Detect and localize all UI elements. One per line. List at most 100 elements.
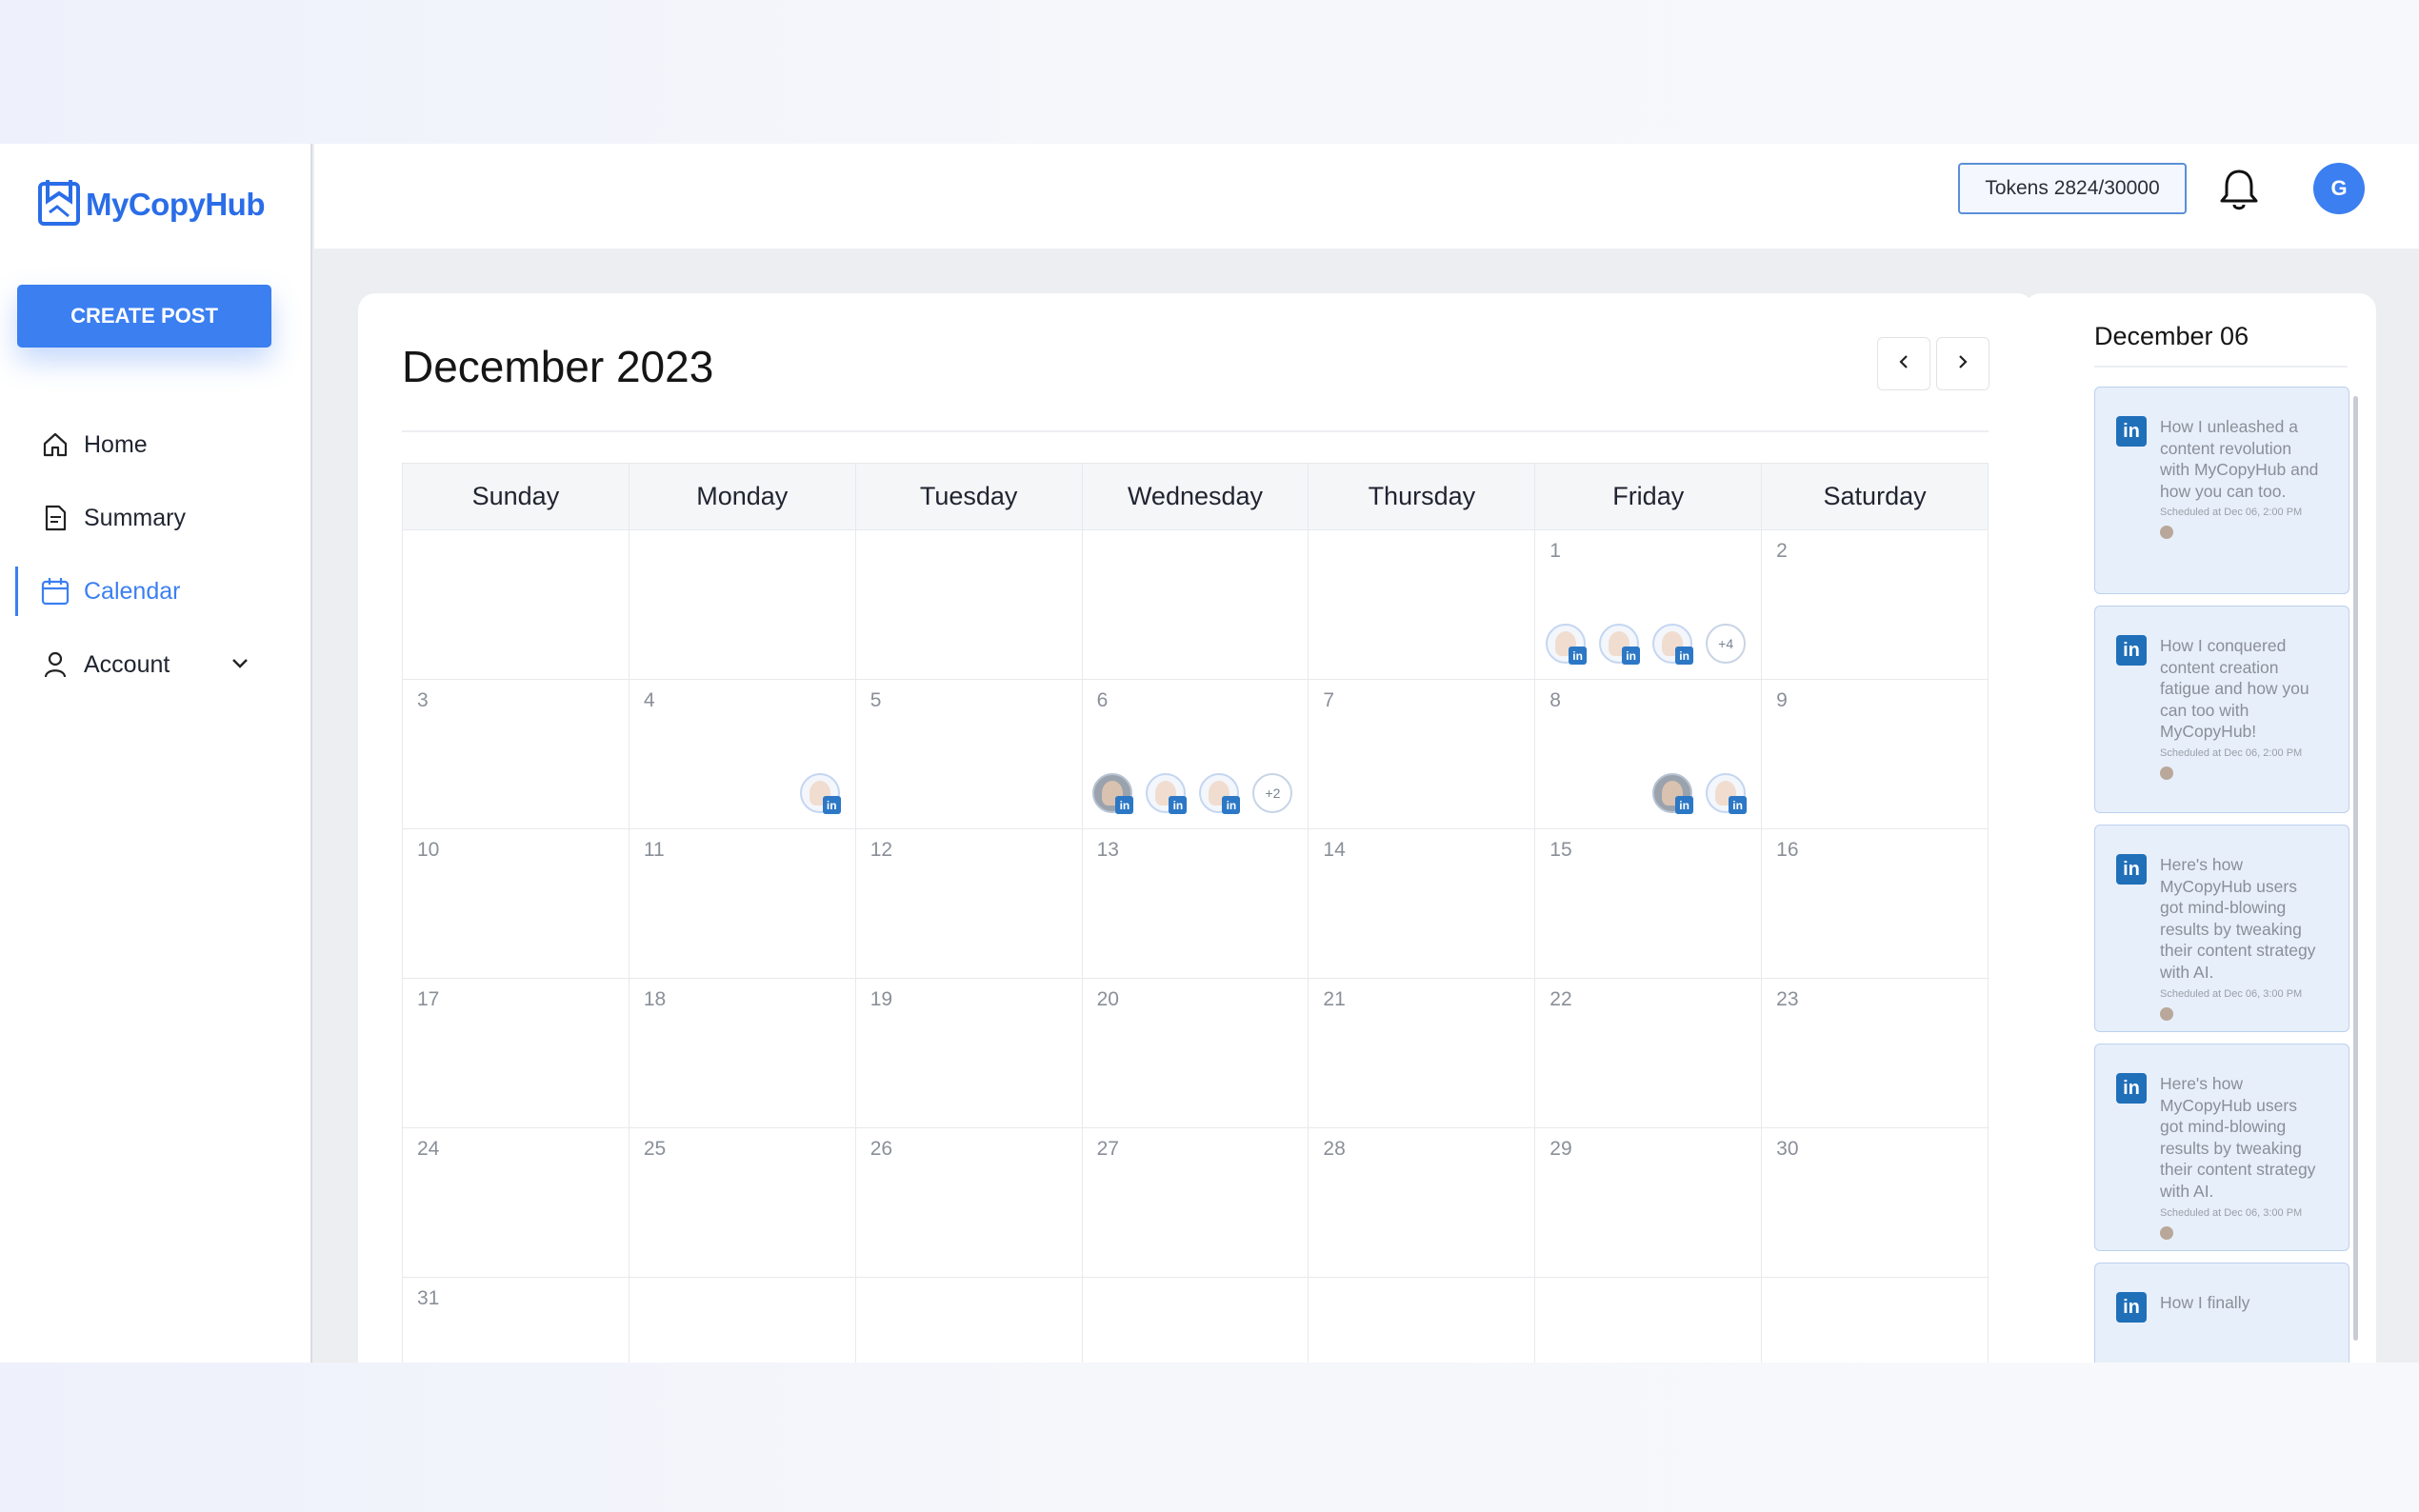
calendar-day-cell[interactable]: 21	[1309, 979, 1536, 1128]
sidebar-item-label: Summary	[84, 504, 186, 531]
calendar-day-cell[interactable]: 6 in in in +2	[1082, 680, 1309, 829]
calendar-day-cell[interactable]: 9	[1762, 680, 1989, 829]
calendar-day-cell[interactable]: 2	[1762, 530, 1989, 680]
calendar-day-cell[interactable]: 1 in in in +4	[1535, 530, 1763, 680]
calendar-day-cell[interactable]	[1762, 1278, 1989, 1363]
calendar-day-cell[interactable]	[630, 1278, 856, 1363]
scheduled-post-card[interactable]: in Here's how MyCopyHub users got mind-bl…	[2094, 1044, 2349, 1251]
day-number: 22	[1549, 988, 1572, 1010]
calendar-day-cell[interactable]: 29	[1535, 1128, 1763, 1278]
sidebar-item-home[interactable]: Home	[0, 420, 310, 469]
day-number: 15	[1549, 839, 1572, 861]
calendar-day-cell[interactable]: 24	[403, 1128, 630, 1278]
sidebar-item-summary[interactable]: Summary	[0, 493, 310, 543]
calendar-day-cell[interactable]: 4 in	[629, 680, 856, 829]
calendar-day-cell[interactable]: 5	[855, 680, 1083, 829]
calendar-day-cell[interactable]	[629, 530, 856, 680]
author-avatar	[2160, 766, 2173, 780]
scheduled-post-card[interactable]: in How I unleashed a content revolution w…	[2094, 387, 2349, 594]
calendar-day-cell[interactable]: 17	[403, 979, 630, 1128]
calendar-day-cell[interactable]: 20	[1082, 979, 1309, 1128]
day-number: 4	[643, 689, 655, 711]
scheduled-post-card[interactable]: in How I finally	[2094, 1263, 2349, 1363]
calendar-day-cell[interactable]	[1083, 1278, 1309, 1363]
bell-icon[interactable]	[2217, 167, 2261, 217]
user-avatar[interactable]: G	[2313, 163, 2365, 214]
post-avatar[interactable]: in	[1146, 773, 1188, 814]
calendar-day-cell[interactable]: 11	[629, 829, 856, 979]
calendar-day-cell[interactable]: 18	[629, 979, 856, 1128]
post-avatar[interactable]: in	[1652, 624, 1694, 665]
calendar-day-cell[interactable]: 28	[1309, 1128, 1536, 1278]
calendar-day-cell[interactable]: 8 in in	[1535, 680, 1763, 829]
day-number: 7	[1323, 689, 1335, 711]
calendar-day-cell[interactable]	[1309, 530, 1536, 680]
weekday-header: Sunday	[403, 464, 630, 530]
prev-month-button[interactable]	[1877, 337, 1930, 390]
day-number: 21	[1323, 988, 1346, 1010]
day-number: 9	[1776, 689, 1788, 711]
calendar-icon	[40, 576, 70, 607]
calendar-day-cell[interactable]: 26	[855, 1128, 1083, 1278]
calendar-day-cell[interactable]	[855, 530, 1083, 680]
calendar-day-cell[interactable]	[856, 1278, 1083, 1363]
day-number: 6	[1096, 689, 1109, 711]
post-avatar[interactable]: in	[1092, 773, 1134, 814]
next-month-button[interactable]	[1936, 337, 1989, 390]
day-number: 26	[870, 1138, 893, 1160]
post-avatar[interactable]: in	[1652, 773, 1694, 814]
chevron-down-icon[interactable]	[229, 651, 251, 681]
tokens-badge[interactable]: Tokens 2824/30000	[1958, 163, 2187, 214]
calendar-day-cell[interactable]: 16	[1762, 829, 1989, 979]
post-avatar[interactable]: in	[799, 773, 841, 814]
calendar-day-cell[interactable]: 25	[629, 1128, 856, 1278]
logo[interactable]: MyCopyHub	[38, 178, 266, 230]
calendar-day-cell[interactable]: 3	[403, 680, 630, 829]
calendar-day-cell[interactable]	[1082, 530, 1309, 680]
post-schedule: Scheduled at Dec 06, 2:00 PM	[2160, 746, 2303, 759]
more-posts-badge[interactable]: +4	[1706, 624, 1747, 664]
create-post-button[interactable]: CREATE POST	[17, 285, 271, 348]
sidebar-item-label: Home	[84, 430, 148, 458]
calendar-day-cell[interactable]: 19	[855, 979, 1083, 1128]
more-posts-badge[interactable]: +2	[1252, 773, 1293, 813]
top-bar: Tokens 2824/30000 G	[314, 144, 2419, 249]
calendar-day-cell[interactable]: 12	[855, 829, 1083, 979]
calendar-day-cell[interactable]: 22	[1535, 979, 1763, 1128]
day-number: 31	[417, 1287, 440, 1309]
calendar-day-cell[interactable]: 31	[403, 1278, 630, 1363]
linkedin-icon: in	[1222, 796, 1241, 814]
day-number: 18	[643, 988, 667, 1010]
author-avatar	[2160, 1225, 2173, 1240]
calendar-title: December 2023	[402, 342, 714, 391]
sidebar-item-account[interactable]: Account	[0, 640, 310, 689]
post-avatar[interactable]: in	[1199, 773, 1241, 814]
scheduled-post-card[interactable]: in Here's how MyCopyHub users got mind-bl…	[2094, 825, 2349, 1032]
calendar-day-cell[interactable]: 10	[403, 829, 630, 979]
calendar-day-cell[interactable]: 15	[1535, 829, 1763, 979]
post-avatar[interactable]: in	[1599, 624, 1641, 665]
weekday-header: Tuesday	[855, 464, 1083, 530]
calendar-day-cell[interactable]: 13	[1082, 829, 1309, 979]
calendar-day-cell[interactable]: 14	[1309, 829, 1536, 979]
calendar-day-cell[interactable]: 27	[1082, 1128, 1309, 1278]
calendar-day-cell[interactable]	[1309, 1278, 1536, 1363]
linkedin-icon: in	[1169, 796, 1188, 814]
scrollbar[interactable]	[2353, 396, 2358, 1341]
weekday-header: Friday	[1535, 464, 1763, 530]
calendar-day-cell[interactable]	[1535, 1278, 1763, 1363]
calendar-day-cell[interactable]: 23	[1762, 979, 1989, 1128]
author-avatar	[2160, 526, 2173, 540]
scheduled-post-card[interactable]: in How I conquered content creation fatig…	[2094, 606, 2349, 813]
sidebar-item-label: Account	[84, 650, 170, 678]
calendar-day-cell[interactable]	[403, 530, 630, 680]
calendar-day-cell[interactable]: 7	[1309, 680, 1536, 829]
calendar-day-cell[interactable]: 30	[1762, 1128, 1989, 1278]
weekday-header: Monday	[629, 464, 856, 530]
day-number: 24	[417, 1138, 440, 1160]
post-avatar[interactable]: in	[1546, 624, 1588, 665]
post-avatar[interactable]: in	[1706, 773, 1748, 814]
linkedin-icon: in	[1675, 647, 1694, 665]
sidebar-item-calendar[interactable]: Calendar	[0, 567, 310, 616]
app-window: MyCopyHub CREATE POST Home Summary Calen…	[0, 144, 2419, 1363]
